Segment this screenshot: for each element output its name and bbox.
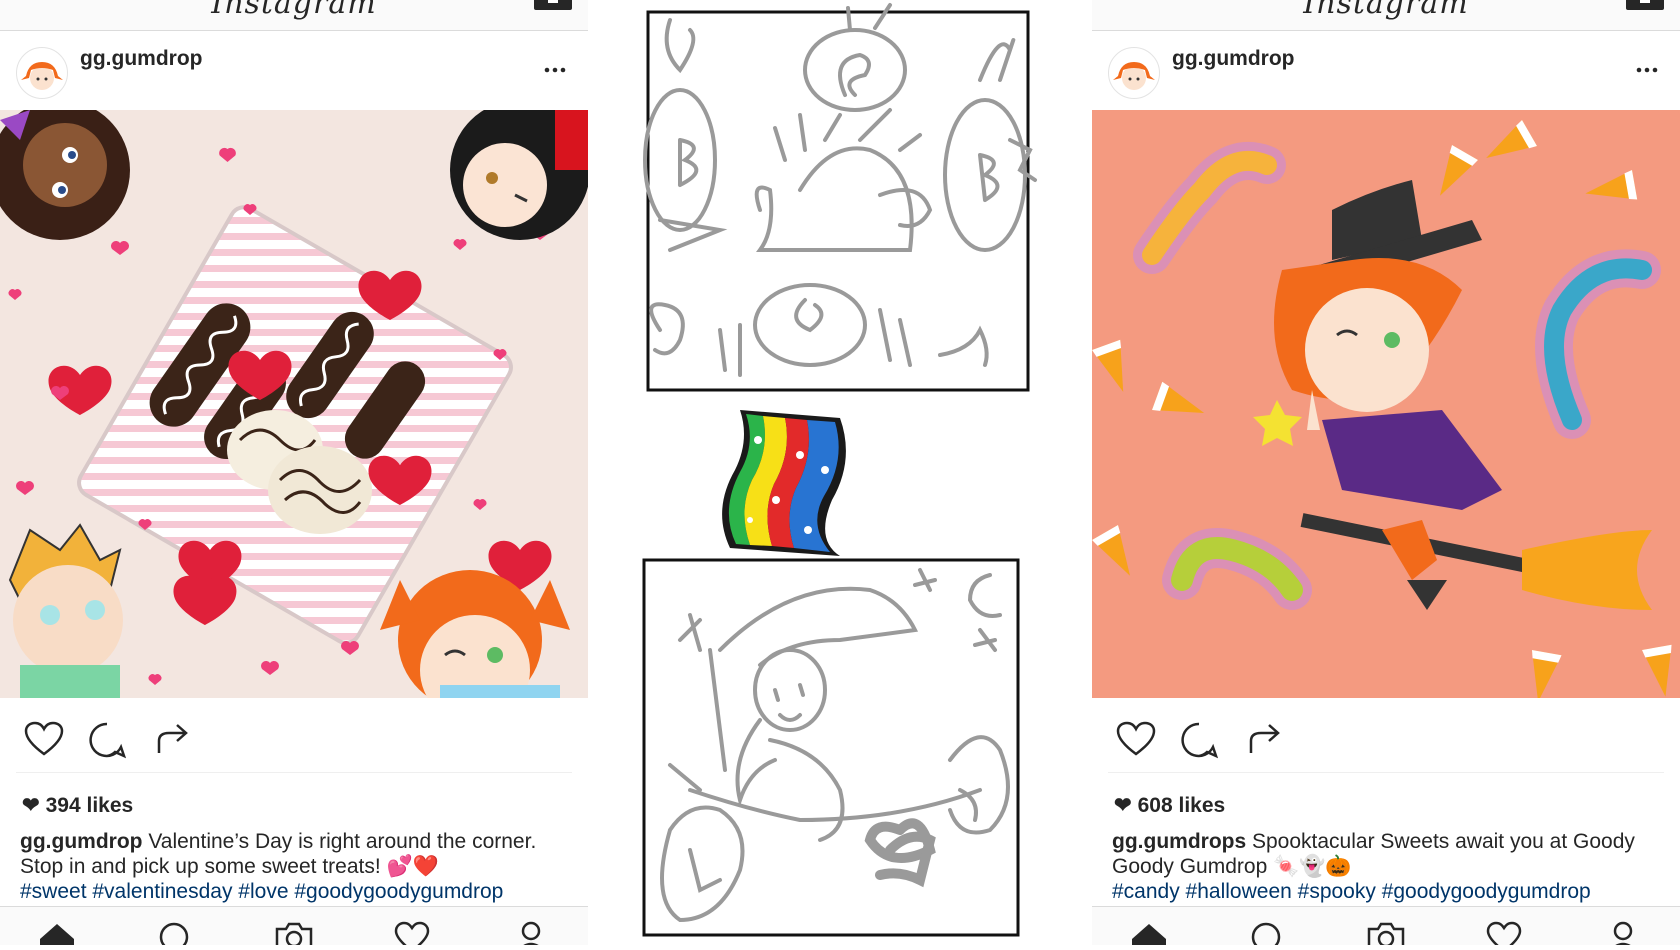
caption: gg.gumdrops Spooktacular Sweets await yo… — [1112, 829, 1672, 904]
post-left: Instagram gg.gumdrop ❤ 394 likes gg.gumd… — [0, 0, 588, 945]
likes-count[interactable]: ❤ 608 likes — [1114, 793, 1225, 818]
caption-hashtags[interactable]: #candy #halloween #spooky #goodygoodygum… — [1112, 880, 1591, 903]
home-icon[interactable] — [1130, 921, 1168, 945]
inbox-icon[interactable] — [534, 0, 572, 10]
camera-icon[interactable] — [274, 921, 314, 945]
sketch-panel-bottom — [642, 558, 1020, 937]
likes-count[interactable]: ❤ 394 likes — [22, 793, 133, 818]
post-photo[interactable] — [1092, 110, 1680, 698]
top-bar: Instagram — [0, 0, 588, 31]
caption-username[interactable]: gg.gumdrops — [1112, 830, 1246, 853]
post-username[interactable]: gg.gumdrop — [1172, 47, 1294, 71]
caption-username[interactable]: gg.gumdrop — [20, 830, 142, 853]
rainbow-candy-illustration — [722, 410, 846, 556]
search-icon[interactable] — [1250, 921, 1282, 945]
action-bar — [1092, 715, 1680, 765]
bottom-nav — [0, 906, 588, 945]
action-bar — [0, 715, 588, 765]
sketch-panel-top — [643, 3, 1037, 392]
comment-icon[interactable] — [1180, 721, 1218, 759]
caption: gg.gumdrop Valentine’s Day is right arou… — [20, 829, 580, 904]
home-icon[interactable] — [38, 921, 76, 945]
likes-heart-icon: ❤ — [1114, 794, 1132, 817]
sketch-column — [600, 0, 1080, 945]
camera-icon[interactable] — [1366, 921, 1406, 945]
instagram-logo: Instagram — [1303, 0, 1469, 21]
share-icon[interactable] — [155, 721, 191, 757]
share-icon[interactable] — [1247, 721, 1283, 757]
post-username[interactable]: gg.gumdrop — [80, 47, 202, 71]
divider — [1108, 772, 1664, 773]
post-photo[interactable] — [0, 110, 588, 698]
top-bar: Instagram — [1092, 0, 1680, 31]
comment-icon[interactable] — [88, 721, 126, 759]
divider — [16, 772, 572, 773]
inbox-icon[interactable] — [1626, 0, 1664, 10]
profile-icon[interactable] — [516, 921, 546, 945]
avatar[interactable] — [1108, 47, 1160, 99]
avatar[interactable] — [16, 47, 68, 99]
bottom-nav — [1092, 906, 1680, 945]
search-icon[interactable] — [158, 921, 190, 945]
more-icon[interactable] — [540, 65, 570, 75]
profile-icon[interactable] — [1608, 921, 1638, 945]
likes-heart-icon: ❤ — [22, 794, 40, 817]
activity-icon[interactable] — [394, 921, 430, 945]
activity-icon[interactable] — [1486, 921, 1522, 945]
heart-icon[interactable] — [24, 721, 64, 757]
post-header: gg.gumdrop — [0, 30, 588, 110]
post-right: Instagram gg.gumdrop ❤ 608 likes gg.gumd… — [1092, 0, 1680, 945]
instagram-logo: Instagram — [211, 0, 377, 21]
post-header: gg.gumdrop — [1092, 30, 1680, 110]
heart-icon[interactable] — [1116, 721, 1156, 757]
caption-hashtags[interactable]: #sweet #valentinesday #love #goodygoodyg… — [20, 880, 503, 903]
more-icon[interactable] — [1632, 65, 1662, 75]
